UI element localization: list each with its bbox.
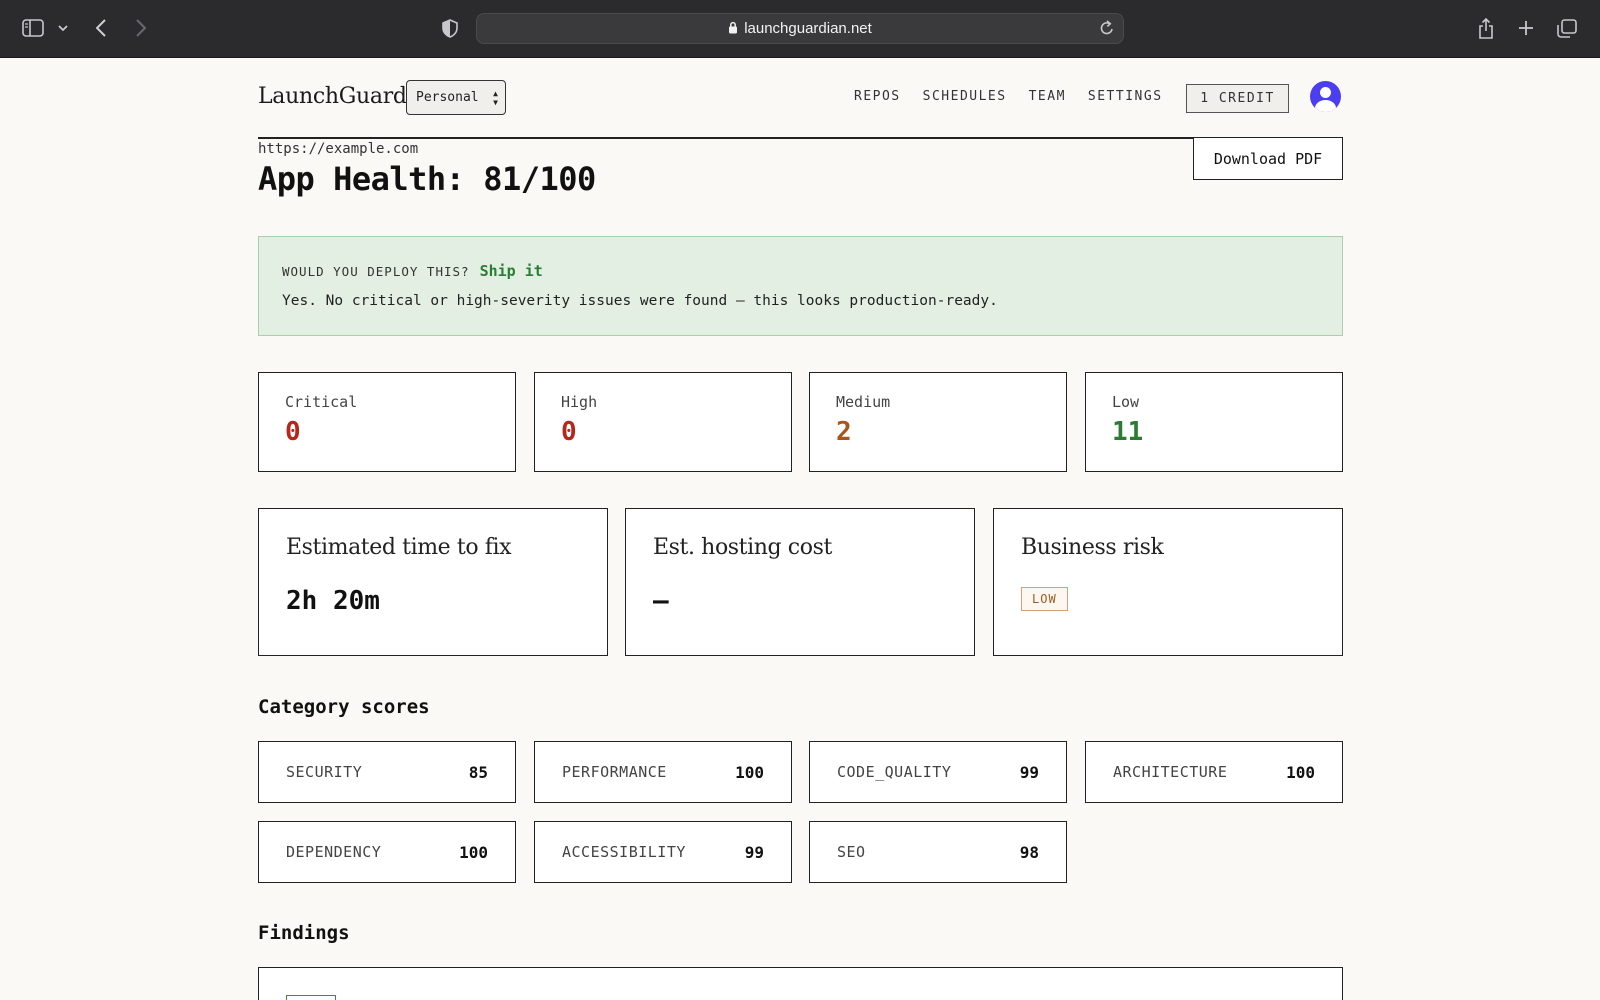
address-url: launchguardian.net [744, 20, 872, 37]
tab-overview-icon[interactable] [1556, 17, 1578, 39]
category-name: PERFORMANCE [562, 763, 667, 781]
sidebar-toggle-icon[interactable] [22, 17, 44, 39]
hosting-cost-label: Est. hosting cost [653, 535, 832, 560]
nav-link-team[interactable]: TEAM [1029, 89, 1066, 104]
verdict-message: Yes. No critical or high-severity issues… [282, 293, 998, 309]
severity-card-critical: Critical 0 [258, 372, 516, 472]
category-name: ARCHITECTURE [1113, 763, 1228, 781]
category-name: DEPENDENCY [286, 843, 382, 861]
finding-card[interactable] [258, 967, 1343, 1000]
findings-title: Findings [258, 922, 350, 944]
nav-link-repos[interactable]: REPOS [854, 89, 901, 104]
category-score: 99 [744, 842, 764, 862]
category-name: SEO [837, 843, 866, 861]
severity-label: Medium [836, 393, 891, 411]
category-scores-title: Category scores [258, 696, 430, 718]
browser-toolbar: launchguardian.net [0, 0, 1600, 58]
category-name: CODE_QUALITY [837, 763, 952, 781]
chevron-down-icon[interactable] [56, 20, 70, 36]
workspace-select[interactable]: Personal ▲ ▼ [406, 80, 506, 115]
category-card-dependency: DEPENDENCY 100 [258, 821, 516, 883]
category-card-accessibility: ACCESSIBILITY 99 [534, 821, 792, 883]
severity-card-high: High 0 [534, 372, 792, 472]
risk-level-badge: LOW [1021, 587, 1068, 611]
workspace-select-value: Personal [416, 90, 479, 105]
category-score: 99 [1019, 762, 1039, 782]
nav-links: REPOS SCHEDULES TEAM SETTINGS [854, 89, 1163, 104]
scanned-site-url: https://example.com [258, 141, 419, 157]
user-icon [1320, 87, 1331, 98]
share-icon[interactable] [1476, 16, 1496, 40]
category-name: SECURITY [286, 763, 363, 781]
severity-count: 0 [285, 417, 301, 447]
select-arrows-icon: ▲ ▼ [493, 89, 498, 107]
severity-card-low: Low 11 [1085, 372, 1343, 472]
nav-link-schedules[interactable]: SCHEDULES [923, 89, 1007, 104]
credit-badge[interactable]: 1 CREDIT [1186, 84, 1289, 113]
finding-severity-tag [286, 995, 336, 1000]
back-icon[interactable] [92, 17, 110, 39]
category-card-performance: PERFORMANCE 100 [534, 741, 792, 803]
verdict-answer: Ship it [479, 262, 543, 280]
shield-icon[interactable] [440, 17, 460, 39]
top-nav: LaunchGuard Personal ▲ ▼ REPOS SCHEDULES … [258, 80, 1343, 116]
severity-label: Low [1112, 393, 1140, 411]
address-bar[interactable]: launchguardian.net [476, 13, 1124, 44]
severity-card-medium: Medium 2 [809, 372, 1067, 472]
new-tab-icon[interactable] [1516, 18, 1536, 38]
category-card-architecture: ARCHITECTURE 100 [1085, 741, 1343, 803]
category-name: ACCESSIBILITY [562, 843, 686, 861]
severity-count: 2 [836, 417, 852, 447]
brand-logo[interactable]: LaunchGuard [258, 84, 407, 109]
category-card-code-quality: CODE_QUALITY 99 [809, 741, 1067, 803]
severity-count: 0 [561, 417, 577, 447]
forward-icon[interactable] [132, 17, 150, 39]
time-to-fix-value: 2h 20m [286, 586, 380, 616]
lock-icon [728, 21, 738, 37]
category-score: 85 [468, 762, 488, 782]
time-to-fix-card: Estimated time to fix 2h 20m [258, 508, 608, 656]
severity-count: 11 [1112, 417, 1144, 447]
category-card-seo: SEO 98 [809, 821, 1067, 883]
page-title: App Health: 81/100 [258, 160, 596, 198]
download-pdf-button[interactable]: Download PDF [1193, 137, 1343, 180]
category-score: 100 [735, 762, 764, 782]
severity-label: High [561, 393, 598, 411]
verdict-question: WOULD YOU DEPLOY THIS? [282, 264, 470, 279]
hosting-cost-value: — [653, 586, 669, 616]
category-score: 98 [1019, 842, 1039, 862]
reload-icon[interactable] [1099, 19, 1115, 37]
category-score: 100 [1286, 762, 1315, 782]
divider [258, 137, 1343, 139]
nav-link-settings[interactable]: SETTINGS [1088, 89, 1163, 104]
category-score: 100 [459, 842, 488, 862]
hosting-cost-card: Est. hosting cost — [625, 508, 975, 656]
avatar[interactable] [1310, 81, 1341, 112]
business-risk-card: Business risk LOW [993, 508, 1343, 656]
category-card-security: SECURITY 85 [258, 741, 516, 803]
deploy-verdict-banner: WOULD YOU DEPLOY THIS? Ship it Yes. No cr… [258, 236, 1343, 336]
time-to-fix-label: Estimated time to fix [286, 535, 512, 560]
severity-label: Critical [285, 393, 358, 411]
user-icon-body [1315, 100, 1336, 112]
business-risk-label: Business risk [1021, 535, 1164, 560]
